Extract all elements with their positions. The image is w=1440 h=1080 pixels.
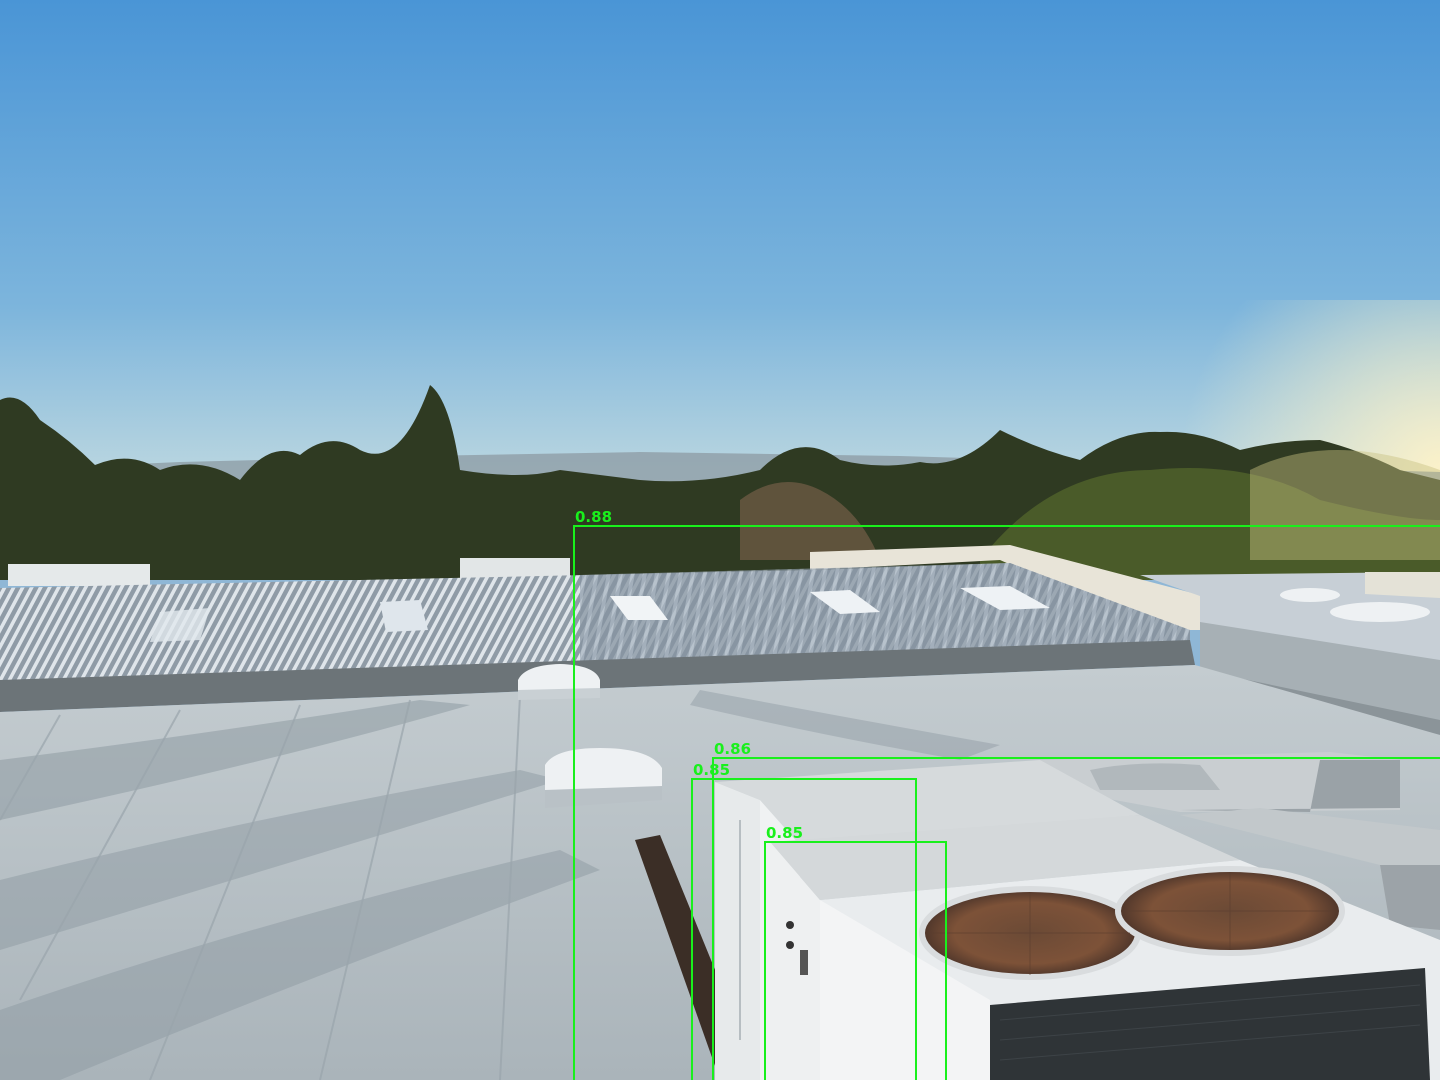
detection-score: 0.85 [766,824,804,842]
detection-box: 0.85 [764,825,947,1080]
detection-score: 0.85 [693,761,731,779]
rooftop-photo: 0.88 0.86 0.85 0.85 [0,0,1440,1080]
detection-score: 0.86 [714,740,752,758]
detection-score: 0.88 [575,508,613,526]
